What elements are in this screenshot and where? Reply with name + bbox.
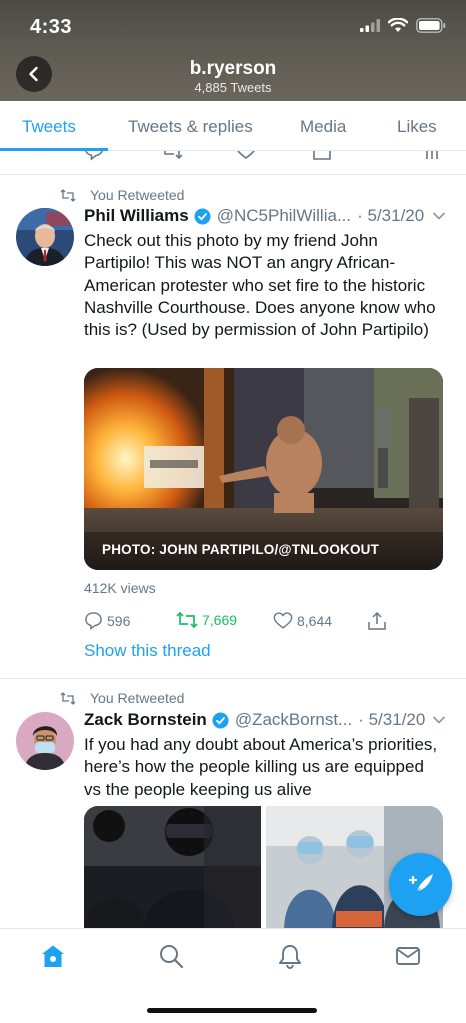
verified-icon <box>194 208 211 224</box>
retweet-count: 7,669 <box>202 612 238 628</box>
wifi-icon <box>388 18 408 32</box>
tab-media[interactable]: Media <box>300 117 346 137</box>
author-name[interactable]: Zack Bornstein <box>84 710 207 730</box>
avatar[interactable] <box>16 208 74 266</box>
status-time: 4:33 <box>30 16 73 38</box>
avatar[interactable] <box>16 712 74 770</box>
reply-count: 596 <box>107 612 131 629</box>
status-icons <box>360 18 446 33</box>
retweet-label: You Retweeted <box>90 187 185 203</box>
tweet-date: · 5/31/20 <box>358 710 426 729</box>
tweet-author: Phil Williams @NC5PhilWillia... · 5/31/2… <box>84 206 424 226</box>
retweet-icon[interactable] <box>161 151 183 161</box>
verified-icon <box>212 712 229 728</box>
tweet-actions: 596 7,669 8,644 <box>84 611 404 633</box>
tab-tweets-and-replies[interactable]: Tweets & replies <box>128 117 253 137</box>
profile-tabs: Tweets Tweets & replies Media Likes <box>0 101 466 151</box>
retweet-context: You Retweeted <box>60 187 184 203</box>
home-indicator <box>147 1008 317 1013</box>
signal-icon <box>360 19 380 32</box>
author-handle[interactable]: @ZackBornst... <box>235 710 352 730</box>
tweet-text: If you had any doubt about America’s pri… <box>84 735 438 799</box>
retweet-label: You Retweeted <box>90 690 185 706</box>
reply-button[interactable]: 596 <box>84 611 130 630</box>
tweet-author: Zack Bornstein @ZackBornst... · 5/31/20 <box>84 710 425 730</box>
retweet-icon <box>176 611 198 629</box>
share-icon[interactable] <box>312 151 332 161</box>
retweet-context: You Retweeted <box>60 690 184 706</box>
tweet[interactable]: You Retweeted Phil Williams @NC5PhilWill… <box>0 175 466 678</box>
analytics-icon[interactable] <box>424 151 440 161</box>
compose-icon <box>408 873 433 896</box>
tweet-count: 4,885 Tweets <box>194 80 272 95</box>
show-thread-link[interactable]: Show this thread <box>84 641 211 661</box>
like-button[interactable]: 8,644 <box>273 611 332 630</box>
author-handle[interactable]: @NC5PhilWillia... <box>217 206 351 226</box>
profile-header: 4:33 b.ryerson 4,885 Tweets <box>0 0 466 101</box>
messages-icon[interactable] <box>395 943 421 969</box>
retweet-icon <box>60 188 76 202</box>
share-icon <box>368 611 386 630</box>
profile-name: b.ryerson <box>189 58 277 79</box>
tweet-text: Check out this photo by my friend John P… <box>84 231 436 340</box>
photo-caption: PHOTO: JOHN PARTIPILO/@TNLOOKOUT <box>102 542 380 557</box>
author-name[interactable]: Phil Williams <box>84 206 189 226</box>
tweet-date: · 5/31/20 <box>357 206 425 225</box>
tab-tweets[interactable]: Tweets <box>22 117 76 137</box>
search-icon[interactable] <box>158 943 184 969</box>
chevron-down-icon[interactable] <box>432 715 446 725</box>
tweet-photo[interactable]: PHOTO: JOHN PARTIPILO/@TNLOOKOUT <box>84 368 443 570</box>
tab-likes[interactable]: Likes <box>397 117 437 137</box>
retweet-icon <box>60 691 76 705</box>
tweet-photo-grid[interactable] <box>84 806 443 931</box>
share-button[interactable] <box>367 611 387 631</box>
reply-icon[interactable] <box>84 151 104 161</box>
retweet-button[interactable]: 7,669 <box>176 611 237 629</box>
home-icon[interactable] <box>40 943 66 969</box>
view-count: 412K views <box>84 580 156 596</box>
reply-icon <box>85 612 102 630</box>
like-icon[interactable] <box>235 151 257 161</box>
compose-tweet-button[interactable] <box>389 853 452 916</box>
chevron-down-icon[interactable] <box>432 211 446 221</box>
notifications-icon[interactable] <box>277 943 303 969</box>
battery-icon <box>416 18 446 33</box>
like-count: 8,644 <box>297 612 333 629</box>
like-icon <box>273 612 293 629</box>
previous-tweet-actions <box>0 151 466 173</box>
